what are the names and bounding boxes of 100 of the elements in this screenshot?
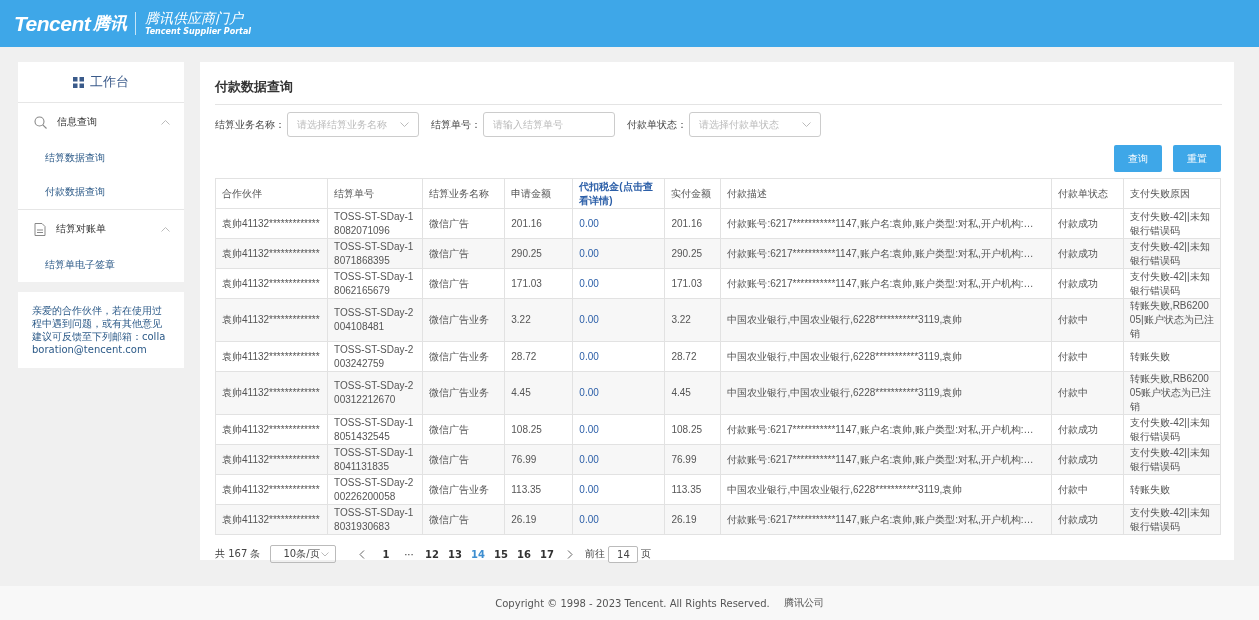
page-title: 付款数据查询	[215, 72, 1222, 105]
grid-icon	[73, 76, 84, 88]
table-cell: 支付失败-42||未知银行错误码	[1123, 504, 1221, 535]
table-cell: TOSS-ST-SDay-200312212670	[327, 371, 423, 415]
table-cell: 中国农业银行,中国农业银行,6228***********3119,袁帅	[720, 474, 1052, 505]
table-cell: 26.19	[504, 504, 573, 535]
table-cell: 0.00	[572, 371, 665, 415]
table-cell: 微信广告	[422, 268, 505, 299]
table-cell: 微信广告	[422, 414, 505, 445]
menu-item[interactable]: 结算数据查询	[18, 141, 184, 175]
table-cell: 付款成功	[1051, 268, 1124, 299]
menu-group[interactable]: 结算对账单	[18, 210, 184, 248]
table-cell: 付款账号:6217***********1147,账户名:袁帅,账户类型:对私,开户机构:…	[720, 444, 1052, 475]
table-cell: 转账失败,RB620005账户状态为已注销	[1123, 371, 1221, 415]
menu-group[interactable]: 信息查询	[18, 103, 184, 141]
table-cell: 付款成功	[1051, 238, 1124, 269]
table-cell: 袁帅41132*************	[215, 474, 328, 505]
page-number[interactable]: 15	[489, 548, 513, 560]
table-cell: 付款成功	[1051, 444, 1124, 475]
column-header: 合作伙伴	[215, 178, 328, 209]
table-cell: TOSS-ST-SDay-18062165679	[327, 268, 423, 299]
portal-title: 腾讯供应商门户	[145, 10, 245, 27]
table-cell: 0.00	[572, 268, 665, 299]
table-cell: 微信广告	[422, 444, 505, 475]
table-cell: 201.16	[504, 208, 573, 239]
table-cell: 付款成功	[1051, 414, 1124, 445]
table-cell: TOSS-ST-SDay-18082071096	[327, 208, 423, 239]
table-cell: 微信广告业务	[422, 474, 505, 505]
table-cell: 4.45	[664, 371, 721, 415]
table-cell: 微信广告	[422, 208, 505, 239]
table-cell: 支付失败-42||未知银行错误码	[1123, 444, 1221, 475]
table-cell: 0.00	[572, 444, 665, 475]
page-number[interactable]: 16	[512, 548, 536, 560]
menu-item[interactable]: 付款数据查询	[18, 175, 184, 209]
table-cell: 中国农业银行,中国农业银行,6228***********3119,袁帅	[720, 298, 1052, 342]
table-cell: 0.00	[572, 474, 665, 505]
table-cell: 袁帅41132*************	[215, 414, 328, 445]
page-number[interactable]: 1	[374, 548, 398, 560]
page-unit: 页	[641, 547, 652, 561]
document-icon	[34, 222, 46, 236]
table-cell: 付款成功	[1051, 504, 1124, 535]
table-cell: 171.03	[504, 268, 573, 299]
column-header: 付款描述	[720, 178, 1052, 209]
table-cell: 袁帅41132*************	[215, 208, 328, 239]
page-number[interactable]: 14	[466, 548, 490, 560]
page-input[interactable]: 14	[608, 545, 639, 563]
notice-text: 亲爱的合作伙伴，若在使用过程中遇到问题，或有其他意见建议可反馈至下列邮箱：collaboration@tencent.com	[32, 304, 167, 356]
table-cell: TOSS-ST-SDay-18071868395	[327, 238, 423, 269]
table-cell: 28.72	[664, 341, 721, 372]
table-cell: 0.00	[572, 298, 665, 342]
table-cell: 袁帅41132*************	[215, 504, 328, 535]
filter-label: 结算单号：	[431, 117, 481, 132]
table-cell: 0.00	[572, 341, 665, 372]
table-cell: 袁帅41132*************	[215, 371, 328, 415]
table-cell: 76.99	[664, 444, 721, 475]
table-cell: 290.25	[504, 238, 573, 269]
table-cell: 袁帅41132*************	[215, 444, 328, 475]
goto-label: 前往	[585, 547, 606, 561]
table-cell: 支付失败-42||未知银行错误码	[1123, 208, 1221, 239]
table-cell: 4.45	[504, 371, 573, 415]
page-number[interactable]: 12	[420, 548, 444, 560]
page-number[interactable]: 17	[535, 548, 559, 560]
table-cell: 付款中	[1051, 298, 1124, 342]
table-cell: TOSS-ST-SDay-18041131835	[327, 444, 423, 475]
table-cell: 袁帅41132*************	[215, 341, 328, 372]
table-cell: 袁帅41132*************	[215, 268, 328, 299]
menu-item[interactable]: 结算单电子签章	[18, 248, 184, 282]
table-cell: 转账失败	[1123, 341, 1221, 372]
header-link[interactable]: 代扣税金(点击查看详情)	[572, 178, 665, 209]
logo: Tencent	[14, 11, 91, 36]
page-number[interactable]: 13	[443, 548, 467, 560]
chevron-down-icon	[802, 121, 811, 128]
table-cell: 袁帅41132*************	[215, 298, 328, 342]
table-cell: 微信广告业务	[422, 298, 505, 342]
workbench-item[interactable]: 工作台	[18, 62, 184, 103]
table-cell: 微信广告	[422, 238, 505, 269]
table-cell: 微信广告业务	[422, 371, 505, 415]
search-icon	[34, 115, 47, 129]
table-cell: 113.35	[504, 474, 573, 505]
more-pages[interactable]: ···	[397, 548, 421, 560]
chevron-down-icon	[321, 551, 330, 557]
table-cell: 袁帅41132*************	[215, 238, 328, 269]
table-cell: TOSS-ST-SDay-2004108481	[327, 298, 423, 342]
table-cell: 0.00	[572, 504, 665, 535]
table-cell: 201.16	[664, 208, 721, 239]
column-header: 结算业务名称	[422, 178, 505, 209]
next-page-icon[interactable]	[567, 549, 574, 559]
filter-label: 付款单状态：	[627, 117, 687, 132]
table-cell: 0.00	[572, 238, 665, 269]
column-header: 支付失败原因	[1123, 178, 1221, 209]
column-header: 付款单状态	[1051, 178, 1124, 209]
page-size-select[interactable]: 10条/页	[270, 545, 337, 563]
table-cell: 0.00	[572, 208, 665, 239]
previous-page-icon[interactable]	[359, 549, 366, 559]
chevron-down-icon	[400, 121, 409, 128]
table-cell: TOSS-ST-SDay-18051432545	[327, 414, 423, 445]
table-cell: 转账失败	[1123, 474, 1221, 505]
table-cell: 3.22	[504, 298, 573, 342]
table-cell: 付款账号:6217***********1147,账户名:袁帅,账户类型:对私,开户机构:…	[720, 238, 1052, 269]
table-cell: 108.25	[504, 414, 573, 445]
